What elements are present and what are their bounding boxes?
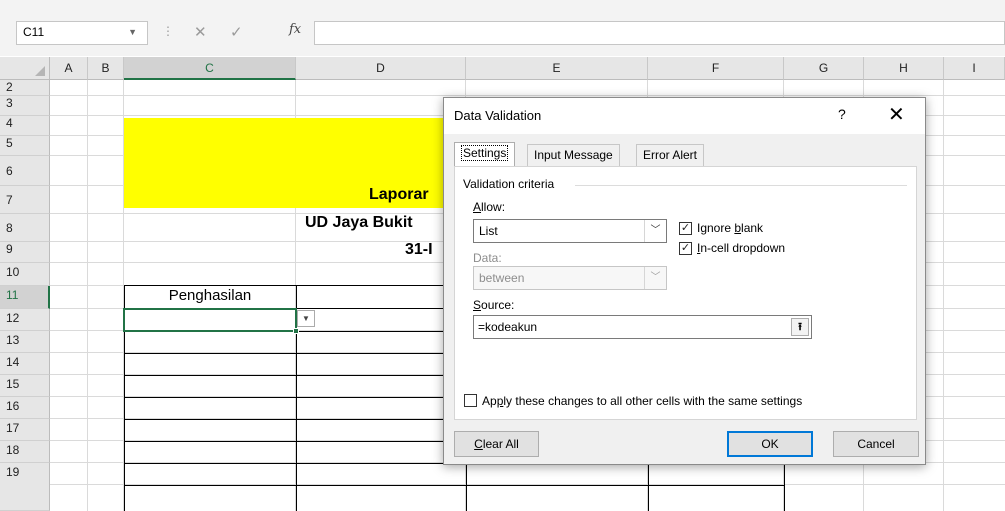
formula-input[interactable] xyxy=(314,21,1005,45)
row-header-7[interactable]: 7 xyxy=(0,186,50,214)
in-cell-dropdown-text: n-cell dropdown xyxy=(700,241,786,255)
tab-input-message[interactable]: Input Message xyxy=(527,144,620,166)
source-input-value: =kodeakun xyxy=(478,320,538,334)
dialog-title: Data Validation xyxy=(454,108,542,123)
tab-settings[interactable]: Settings xyxy=(454,142,516,166)
cancel-formula-icon[interactable]: ✕ xyxy=(194,23,207,41)
grip-icon: ⋮ xyxy=(162,24,174,38)
table-border xyxy=(124,485,785,486)
clear-all-rest: lear All xyxy=(482,437,519,451)
row-header-6[interactable]: 6 xyxy=(0,156,50,186)
allow-label-mnemonic: A xyxy=(473,200,482,214)
data-select-value: between xyxy=(479,271,525,285)
row-header-9[interactable]: 9 xyxy=(0,242,50,263)
column-header-b[interactable]: B xyxy=(88,57,124,80)
validation-criteria-label: Validation criteria xyxy=(463,177,561,191)
source-label-rest: ource: xyxy=(481,298,515,312)
row-header-2[interactable]: 2 xyxy=(0,80,50,96)
source-input[interactable]: =kodeakun ⭱ xyxy=(473,315,812,339)
row-header-8[interactable]: 8 xyxy=(0,214,50,242)
title-line-3: 31-I xyxy=(405,241,433,258)
row-header-15[interactable]: 15 xyxy=(0,375,50,397)
select-all-icon xyxy=(35,66,45,76)
row-header-19[interactable]: 19 xyxy=(0,463,50,511)
row-header-5[interactable]: 5 xyxy=(0,136,50,156)
data-validation-dialog: Data Validation ? ✕ Settings Input Messa… xyxy=(443,97,926,465)
row-header-18[interactable]: 18 xyxy=(0,441,50,463)
column-header-a[interactable]: A xyxy=(50,57,88,80)
formula-bar: C11 ▼ ⋮ ✕ ✓ fx xyxy=(0,0,1005,56)
tab-error-alert[interactable]: Error Alert xyxy=(636,144,705,166)
allow-label-rest: llow: xyxy=(481,200,506,214)
column-header-d[interactable]: D xyxy=(296,57,466,80)
gridline xyxy=(943,80,944,511)
close-icon[interactable]: ✕ xyxy=(888,102,905,127)
cell-c10[interactable]: Penghasilan xyxy=(124,285,296,307)
row-header-17[interactable]: 17 xyxy=(0,419,50,441)
in-cell-dropdown-label[interactable]: In-cell dropdown xyxy=(697,241,785,255)
row-header-16[interactable]: 16 xyxy=(0,397,50,419)
apply-all-text-b: ly these changes to all other cells with… xyxy=(503,394,803,408)
chevron-down-icon[interactable]: ﹀ xyxy=(644,220,666,242)
column-header-c[interactable]: C xyxy=(124,57,296,80)
row-header-4[interactable]: 4 xyxy=(0,116,50,136)
cancel-button[interactable]: Cancel xyxy=(833,431,919,457)
ignore-blank-checkbox[interactable]: ✓ xyxy=(679,222,692,235)
gridline xyxy=(50,95,1005,96)
chevron-down-icon: ﹀ xyxy=(644,267,666,289)
cell-dropdown-icon[interactable]: ▼ xyxy=(297,310,315,327)
row-header-11[interactable]: 11 xyxy=(0,286,50,309)
column-header-e[interactable]: E xyxy=(466,57,648,80)
row-header-14[interactable]: 14 xyxy=(0,353,50,375)
row-header-13[interactable]: 13 xyxy=(0,331,50,353)
allow-select-value: List xyxy=(479,224,498,238)
column-header-h[interactable]: H xyxy=(864,57,944,80)
apply-all-text-a: Ap xyxy=(482,394,497,408)
ignore-blank-text-b: lank xyxy=(741,221,764,235)
clear-all-mnemonic: C xyxy=(474,437,483,451)
row-header-12[interactable]: 12 xyxy=(0,309,50,331)
ignore-blank-label[interactable]: Ignore blank xyxy=(697,221,763,235)
tab-settings-label: Settings xyxy=(461,145,509,161)
collapse-dialog-icon[interactable]: ⭱ xyxy=(791,318,809,336)
column-header-f[interactable]: F xyxy=(648,57,784,80)
select-all-button[interactable] xyxy=(0,57,50,80)
enter-formula-icon[interactable]: ✓ xyxy=(230,23,243,41)
chevron-down-icon[interactable]: ▼ xyxy=(128,27,137,37)
active-cell-c11[interactable] xyxy=(123,308,297,332)
column-header-g[interactable]: G xyxy=(784,57,864,80)
allow-select[interactable]: List ﹀ xyxy=(473,219,667,243)
clear-all-button[interactable]: Clear All xyxy=(454,431,539,457)
ok-button[interactable]: OK xyxy=(727,431,813,457)
help-icon[interactable]: ? xyxy=(838,106,846,122)
name-box-value: C11 xyxy=(23,25,45,39)
data-label: Data: xyxy=(473,251,502,265)
fill-handle[interactable] xyxy=(293,328,299,334)
data-select: between ﹀ xyxy=(473,266,667,290)
source-label: Source: xyxy=(473,298,514,312)
source-label-mnemonic: S xyxy=(473,298,482,312)
row-header-10[interactable]: 10 xyxy=(0,263,50,286)
gridline xyxy=(87,80,88,511)
title-line-1: Laporar xyxy=(369,186,429,203)
apply-all-label[interactable]: Apply these changes to all other cells w… xyxy=(482,394,802,408)
apply-all-checkbox[interactable] xyxy=(464,394,477,407)
ignore-blank-text-a: Ignore xyxy=(697,221,735,235)
title-line-2: UD Jaya Bukit xyxy=(305,214,413,231)
column-header-i[interactable]: I xyxy=(944,57,1005,80)
allow-label: Allow: xyxy=(473,200,505,214)
row-header-3[interactable]: 3 xyxy=(0,96,50,116)
dialog-titlebar[interactable]: Data Validation ? ✕ xyxy=(444,98,925,134)
settings-panel: Validation criteria Allow: List ﹀ Data: … xyxy=(454,166,917,420)
group-divider xyxy=(575,185,907,186)
name-box[interactable]: C11 ▼ xyxy=(16,21,148,45)
insert-function-icon[interactable]: fx xyxy=(289,22,301,37)
in-cell-dropdown-checkbox[interactable]: ✓ xyxy=(679,242,692,255)
